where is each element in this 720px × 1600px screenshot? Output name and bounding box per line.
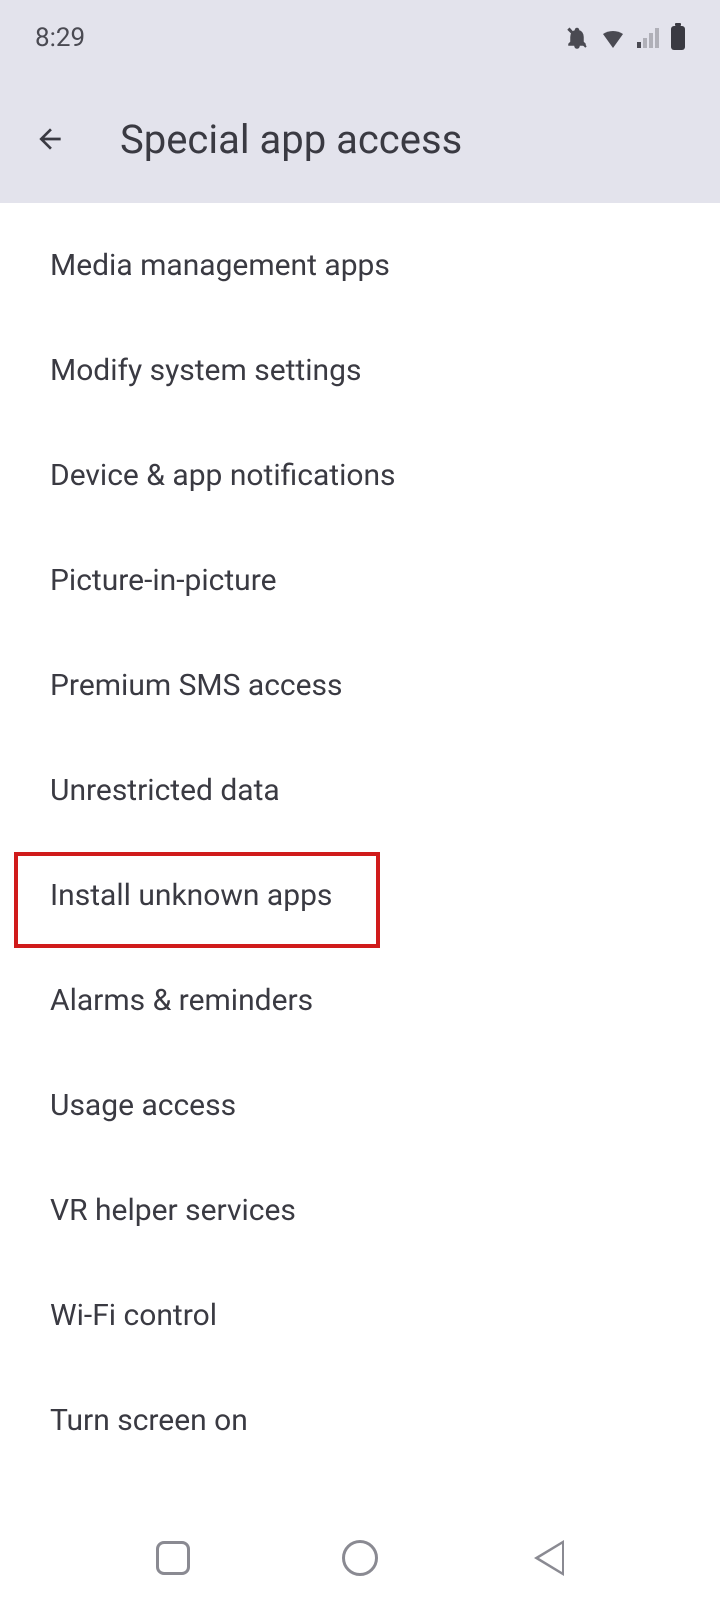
- triangle-icon: [532, 1540, 562, 1576]
- settings-item-label: Turn screen on: [50, 1403, 248, 1438]
- nav-bar: [0, 1515, 720, 1600]
- settings-item-media-management[interactable]: Media management apps: [0, 213, 720, 318]
- nav-home-button[interactable]: [335, 1533, 385, 1583]
- back-button[interactable]: [30, 119, 70, 159]
- status-icons: [565, 26, 685, 50]
- status-time: 8:29: [35, 23, 85, 53]
- settings-item-premium-sms[interactable]: Premium SMS access: [0, 633, 720, 738]
- signal-icon: [637, 28, 659, 48]
- status-bar: 8:29: [0, 0, 720, 75]
- circle-icon: [342, 1540, 378, 1576]
- settings-item-turn-screen-on[interactable]: Turn screen on: [0, 1368, 720, 1473]
- settings-item-modify-system[interactable]: Modify system settings: [0, 318, 720, 423]
- nav-back-button[interactable]: [522, 1533, 572, 1583]
- settings-item-vr-helper[interactable]: VR helper services: [0, 1158, 720, 1263]
- settings-item-label: Alarms & reminders: [50, 983, 313, 1018]
- settings-item-device-notifications[interactable]: Device & app notifications: [0, 423, 720, 528]
- settings-item-label: Device & app notifications: [50, 458, 396, 493]
- settings-item-label: Unrestricted data: [50, 773, 280, 808]
- settings-item-label: Usage access: [50, 1088, 236, 1123]
- settings-item-unrestricted-data[interactable]: Unrestricted data: [0, 738, 720, 843]
- settings-item-label: Premium SMS access: [50, 668, 342, 703]
- back-arrow-icon: [34, 123, 66, 155]
- settings-item-label: Picture-in-picture: [50, 563, 277, 598]
- nav-recent-button[interactable]: [148, 1533, 198, 1583]
- settings-item-label: Modify system settings: [50, 353, 361, 388]
- settings-item-label: Install unknown apps: [50, 878, 332, 913]
- page-title: Special app access: [120, 116, 462, 163]
- settings-item-alarms-reminders[interactable]: Alarms & reminders: [0, 948, 720, 1053]
- settings-item-wifi-control[interactable]: Wi-Fi control: [0, 1263, 720, 1368]
- header: Special app access: [0, 75, 720, 203]
- wifi-icon: [601, 28, 625, 48]
- square-icon: [156, 1541, 190, 1575]
- battery-icon: [671, 26, 685, 50]
- settings-list: Media management apps Modify system sett…: [0, 203, 720, 1473]
- settings-item-picture-in-picture[interactable]: Picture-in-picture: [0, 528, 720, 633]
- settings-item-usage-access[interactable]: Usage access: [0, 1053, 720, 1158]
- settings-item-label: Media management apps: [50, 248, 390, 283]
- bell-muted-icon: [565, 26, 589, 50]
- settings-item-install-unknown[interactable]: Install unknown apps: [0, 843, 720, 948]
- settings-item-label: VR helper services: [50, 1193, 296, 1228]
- settings-item-label: Wi-Fi control: [50, 1298, 217, 1333]
